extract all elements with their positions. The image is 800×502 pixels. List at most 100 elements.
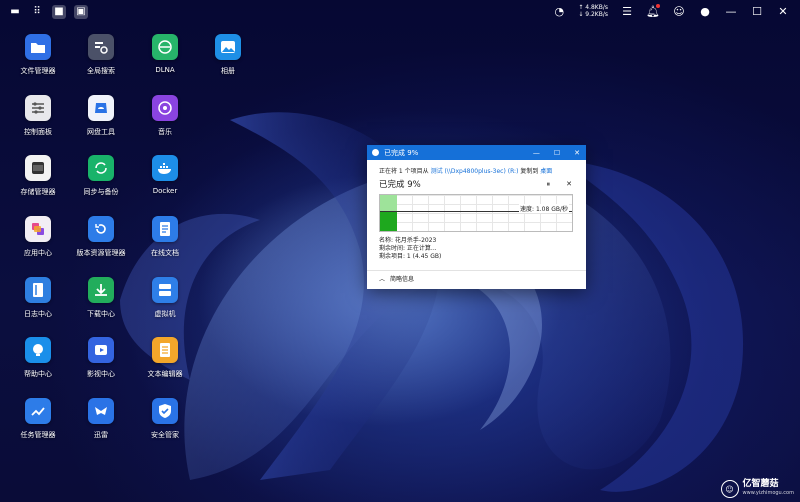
speed-fill (380, 211, 398, 231)
file-name: 名称: 花月杀手-2023 (379, 237, 437, 244)
app-help-center[interactable]: 帮助中心 (8, 337, 68, 379)
copy-to-text: 复制到 (520, 168, 539, 175)
settings-icon[interactable]: ☺ (672, 4, 686, 18)
docker-icon (152, 155, 178, 181)
dialog-maximize-icon[interactable]: ☐ (554, 149, 560, 157)
source-link[interactable]: 测试 (\\Dxp4800plus-3ec) (R:) (431, 168, 519, 175)
help-icon (25, 337, 51, 363)
copy-icon (372, 149, 379, 156)
app-storage-manager[interactable]: 存储管理器 (8, 155, 68, 197)
folder-icon (25, 34, 51, 60)
app-label: Docker (152, 187, 178, 195)
less-info-label: 简略信息 (390, 276, 415, 283)
thunder-icon (88, 398, 114, 424)
app-label: 全局搜索 (87, 67, 115, 75)
transfer-info: 名称: 花月杀手-2023 剩余时间: 正在计算... 剩余项目: 1 (4.4… (379, 237, 574, 261)
app-control-panel[interactable]: 控制面板 (8, 95, 68, 137)
app-online-docs[interactable]: 在线文档 (135, 216, 195, 258)
watermark-main: 亿智蘑菇 (742, 479, 779, 489)
window-icon[interactable]: ▣ (74, 5, 88, 19)
apps-icon (25, 216, 51, 242)
close-icon[interactable]: ✕ (776, 4, 790, 18)
music-icon (152, 95, 178, 121)
speed-up: ↑ 4.8KB/s (578, 4, 608, 11)
dashboard-icon[interactable]: ◔ (552, 4, 566, 18)
document-icon (152, 216, 178, 242)
watermark-sub: www.yizhimogu.com (742, 490, 794, 496)
app-label: 相册 (221, 67, 235, 75)
app-global-search[interactable]: 全局搜索 (71, 34, 131, 76)
app-virtual-machine[interactable]: 虚拟机 (135, 277, 195, 319)
app-label: 影视中心 (87, 370, 115, 378)
dialog-minimize-icon[interactable]: — (533, 149, 540, 157)
watermark-logo: ☺ (720, 480, 739, 498)
dialog-close-icon[interactable]: ✕ (574, 149, 580, 157)
progress-controls: ⏸ ✕ (547, 180, 572, 189)
user-icon[interactable]: ● (698, 4, 712, 18)
app-file-manager[interactable]: 文件管理器 (8, 34, 68, 76)
app-task-manager[interactable]: 任务管理器 (8, 398, 68, 440)
dialog-divider (367, 270, 586, 271)
grid-icon[interactable]: ⠿ (30, 5, 44, 19)
task-manager-icon (25, 398, 51, 424)
app-label: 下载中心 (87, 310, 115, 318)
app-text-editor[interactable]: 文本编辑器 (135, 337, 195, 379)
app-label: 任务管理器 (20, 431, 56, 439)
top-bar: ▬ ⠿ ■ ▣ ◔ ↑ 4.8KB/s ↓ 9.2KB/s ☰ 🔔︎ ☺ ● —… (0, 0, 800, 24)
dialog-title: 已完成 9% (384, 148, 419, 157)
dialog-titlebar[interactable]: 已完成 9% — ☐ ✕ (367, 145, 586, 160)
app-cloud-tools[interactable]: 网盘工具 (71, 95, 131, 137)
sync-icon (88, 155, 114, 181)
app-security-manager[interactable]: 安全管家 (135, 398, 195, 440)
app-label: 存储管理器 (20, 188, 56, 196)
app-label: DLNA (155, 66, 175, 74)
app-photos[interactable]: 相册 (198, 34, 258, 76)
app-app-center[interactable]: 应用中心 (8, 216, 68, 258)
app-video-center[interactable]: 影视中心 (71, 337, 131, 379)
chevron-up-icon: ︿ (379, 276, 386, 283)
progress-title: 已完成 9% (379, 180, 421, 190)
shield-icon (152, 398, 178, 424)
minimize-icon[interactable]: — (724, 4, 738, 18)
dialog-body: 正在将 1 个项目从 测试 (\\Dxp4800plus-3ec) (R:) 复… (367, 160, 586, 261)
maximize-icon[interactable]: ☐ (750, 4, 764, 18)
dlna-icon (152, 34, 178, 60)
app-download-center[interactable]: 下载中心 (71, 277, 131, 319)
app-label: 日志中心 (24, 310, 52, 318)
notification-badge (656, 4, 660, 8)
app-sync-backup[interactable]: 同步与备份 (71, 155, 131, 197)
pause-icon[interactable]: ⏸ (547, 180, 551, 189)
copy-progress-dialog: 已完成 9% — ☐ ✕ 正在将 1 个项目从 测试 (\\Dxp4800plu… (367, 145, 586, 289)
menu-icon[interactable]: ▬ (8, 5, 22, 19)
progress-header: 已完成 9% ⏸ ✕ (379, 178, 574, 191)
app-label: 帮助中心 (24, 370, 52, 378)
dialog-window-controls: — ☐ ✕ (533, 145, 580, 160)
app-thunder[interactable]: 迅雷 (71, 398, 131, 440)
app-label: 版本资源管理器 (76, 249, 126, 257)
app-music[interactable]: 音乐 (135, 95, 195, 137)
search-icon (88, 34, 114, 60)
app-docker[interactable]: Docker (135, 155, 195, 195)
cloud-icon (88, 95, 114, 121)
watermark: ☺ 亿智蘑菇 www.yizhimogu.com (720, 479, 794, 498)
destination-link[interactable]: 桌面 (540, 168, 552, 175)
app-dlna[interactable]: DLNA (135, 34, 195, 74)
less-info-toggle[interactable]: ︿ 简略信息 (379, 274, 414, 283)
video-icon (88, 337, 114, 363)
app-label: 控制面板 (24, 128, 52, 136)
speed-down: ↓ 9.2KB/s (578, 11, 608, 18)
download-icon (88, 277, 114, 303)
folder-icon[interactable]: ■ (52, 5, 66, 19)
app-log-center[interactable]: 日志中心 (8, 277, 68, 319)
app-version-explorer[interactable]: 版本资源管理器 (71, 216, 131, 258)
time-remaining: 剩余时间: 正在计算... (379, 245, 437, 252)
transfer-speed-graph: 速度: 1.08 GB/秒 (379, 194, 573, 232)
app-label: 音乐 (158, 128, 172, 136)
cancel-icon[interactable]: ✕ (566, 180, 572, 189)
task-list-icon[interactable]: ☰ (620, 4, 634, 18)
bell-icon[interactable]: 🔔︎ (646, 4, 660, 18)
version-icon (88, 216, 114, 242)
app-label: 虚拟机 (154, 310, 176, 318)
vm-icon (152, 277, 178, 303)
top-bar-right: ◔ ↑ 4.8KB/s ↓ 9.2KB/s ☰ 🔔︎ ☺ ● — ☐ ✕ (552, 4, 790, 18)
